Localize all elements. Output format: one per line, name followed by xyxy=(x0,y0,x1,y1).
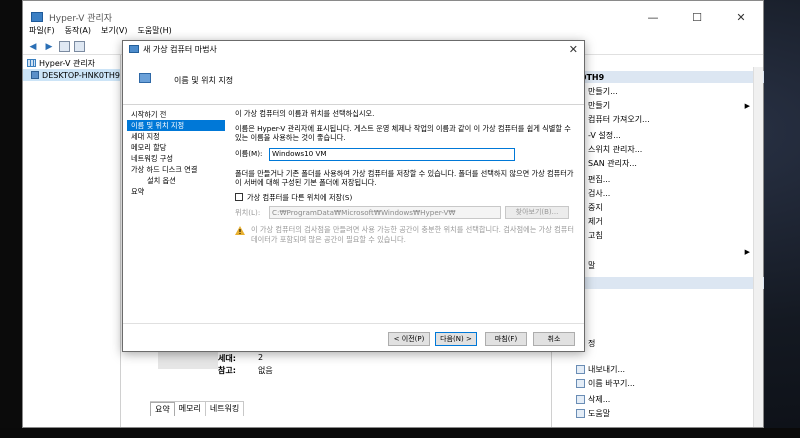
tab-summary[interactable]: 요약 xyxy=(150,402,175,416)
submenu-arrow-icon: ▶ xyxy=(744,101,750,110)
dialog-page-title: 이름 및 위치 지정 xyxy=(174,76,234,85)
desktop-left-edge xyxy=(0,0,22,438)
wizard-icon xyxy=(129,45,139,53)
browse-button[interactable]: 찾아보기(B)... xyxy=(505,206,569,219)
server-icon xyxy=(31,71,40,79)
step-summary[interactable]: 요약 xyxy=(127,186,225,197)
navigation-tree: Hyper-V 관리자 DESKTOP-HNK0TH9 xyxy=(23,55,121,427)
menu-view[interactable]: 보기(V) xyxy=(101,25,127,39)
detail-row-generation: 세대: 2 xyxy=(218,353,263,364)
warning-text: 이 가상 컴퓨터의 검사점을 만들려면 사용 가능한 공간이 충분한 위치를 선… xyxy=(251,225,574,244)
new-vm-wizard-dialog: 새 가상 컴퓨터 마법사 ✕ 이름 및 위치 지정 시작하기 전 이름 및 위치… xyxy=(122,40,585,352)
store-location-row: 가상 컴퓨터를 다른 위치에 저장(S) xyxy=(235,193,575,203)
step-specify-generation[interactable]: 세대 지정 xyxy=(127,131,225,142)
dialog-close-button[interactable]: ✕ xyxy=(569,43,578,56)
action-item[interactable]: 내보내기... xyxy=(552,363,764,376)
folder-help-text: 폴더를 만들거나 기존 폴더를 사용하여 가상 컴퓨터를 저장할 수 있습니다.… xyxy=(235,168,574,188)
hyperv-manager-icon xyxy=(27,59,36,67)
name-field-row: 이름(M): Windows10 VM xyxy=(235,147,575,161)
store-location-label: 가상 컴퓨터를 다른 위치에 저장(S) xyxy=(247,192,353,202)
action-item[interactable]: 도움말 xyxy=(552,407,764,420)
detail-value: 없음 xyxy=(258,366,273,375)
details-tabs: 요약 메모리 네트워킹 xyxy=(150,401,245,416)
action-icon xyxy=(576,365,585,374)
name-label: 이름(M): xyxy=(235,149,263,159)
menu-help[interactable]: 도움말(H) xyxy=(137,25,171,39)
tab-networking[interactable]: 네트워킹 xyxy=(205,402,245,416)
forward-arrow-icon[interactable]: ▶ xyxy=(43,41,55,53)
location-input[interactable]: C:₩ProgramData₩Microsoft₩Windows₩Hyper-V… xyxy=(269,206,501,219)
name-help-text: 이름은 Hyper-V 관리자에 표시됩니다. 게스트 운영 체제나 작업의 이… xyxy=(235,123,571,143)
help-icon[interactable] xyxy=(74,41,85,52)
minimize-button[interactable]: — xyxy=(631,1,675,33)
intro-text: 이 가상 컴퓨터의 이름과 위치를 선택하십시오. xyxy=(235,109,375,118)
submenu-arrow-icon: ▶ xyxy=(744,247,750,256)
tree-item-host[interactable]: DESKTOP-HNK0TH9 xyxy=(23,69,120,81)
maximize-button[interactable]: ☐ xyxy=(675,1,719,33)
taskbar xyxy=(0,428,800,438)
vm-thumbnail xyxy=(158,349,218,369)
window-controls: — ☐ ✕ xyxy=(631,1,763,33)
close-button[interactable]: ✕ xyxy=(719,1,763,33)
step-before-you-begin[interactable]: 시작하기 전 xyxy=(127,109,225,120)
location-row: 위치(L): C:₩ProgramData₩Microsoft₩Windows₩… xyxy=(235,206,575,219)
finish-button[interactable]: 마침(F) xyxy=(485,332,527,346)
action-icon xyxy=(576,379,585,388)
detail-value: 2 xyxy=(258,353,264,362)
step-installation-options[interactable]: 설치 옵션 xyxy=(127,175,225,186)
location-label: 위치(L): xyxy=(235,207,261,217)
action-item[interactable]: 삭제... xyxy=(552,393,764,406)
dialog-title: 새 가상 컴퓨터 마법사 xyxy=(143,44,217,54)
help-icon xyxy=(576,409,585,418)
step-connect-vhd[interactable]: 가상 하드 디스크 연결 xyxy=(127,164,225,175)
back-arrow-icon[interactable]: ◀ xyxy=(27,41,39,53)
step-assign-memory[interactable]: 메모리 할당 xyxy=(127,142,225,153)
hyperv-app-icon xyxy=(31,12,43,22)
detail-key: 참고: xyxy=(218,366,236,375)
delete-icon xyxy=(576,395,585,404)
store-location-checkbox[interactable] xyxy=(235,193,243,202)
window-title: Hyper-V 관리자 xyxy=(49,13,113,24)
tree-root-label: Hyper-V 관리자 xyxy=(39,58,96,68)
vm-icon xyxy=(139,73,151,83)
menu-file[interactable]: 파일(F) xyxy=(29,25,55,39)
menu-action[interactable]: 동작(A) xyxy=(65,25,91,39)
menu-bar: 파일(F) 동작(A) 보기(V) 도움말(H) xyxy=(29,25,172,39)
wizard-steps: 시작하기 전 이름 및 위치 지정 세대 지정 메모리 할당 네트워킹 구성 가… xyxy=(127,109,225,197)
tab-memory[interactable]: 메모리 xyxy=(174,402,206,416)
warning-row: 이 가상 컴퓨터의 검사점을 만들려면 사용 가능한 공간이 충분한 위치를 선… xyxy=(235,225,575,244)
detail-row-notes: 참고: 없음 xyxy=(218,365,273,376)
dialog-titlebar[interactable]: 새 가상 컴퓨터 마법사 xyxy=(123,41,584,57)
warning-icon xyxy=(235,226,245,235)
detail-key: 세대: xyxy=(218,354,236,363)
tree-host-label: DESKTOP-HNK0TH9 xyxy=(42,70,120,80)
dialog-footer: < 이전(P) 다음(N) > 마침(F) 취소 xyxy=(123,323,584,351)
cancel-button[interactable]: 취소 xyxy=(533,332,575,346)
step-configure-networking[interactable]: 네트워킹 구성 xyxy=(127,153,225,164)
tree-item-root[interactable]: Hyper-V 관리자 xyxy=(23,57,120,69)
next-button[interactable]: 다음(N) > xyxy=(435,332,477,346)
step-specify-name-location[interactable]: 이름 및 위치 지정 xyxy=(127,120,225,131)
actions-scrollbar[interactable] xyxy=(753,67,763,427)
name-input[interactable]: Windows10 VM xyxy=(269,147,515,161)
up-folder-icon[interactable] xyxy=(59,41,70,52)
previous-button[interactable]: < 이전(P) xyxy=(388,332,430,346)
action-item[interactable]: 이름 바꾸기... xyxy=(552,377,764,390)
wizard-content: 이 가상 컴퓨터의 이름과 위치를 선택하십시오. 이름은 Hyper-V 관리… xyxy=(235,109,575,244)
dialog-header: 이름 및 위치 지정 xyxy=(123,57,584,105)
